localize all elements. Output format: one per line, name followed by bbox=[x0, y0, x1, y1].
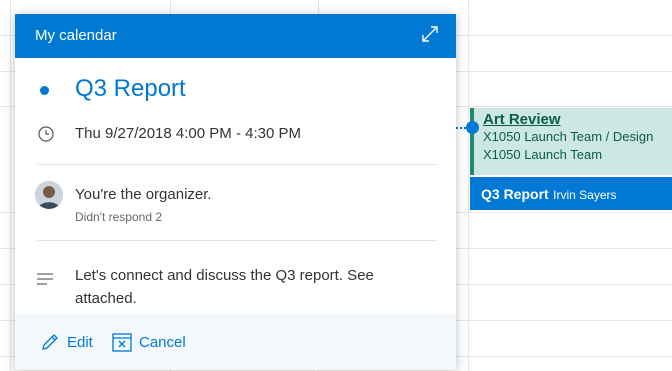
clock-icon bbox=[37, 125, 55, 143]
event-q3-report[interactable]: Q3 Report Irvin Sayers bbox=[470, 177, 672, 210]
divider bbox=[37, 164, 437, 165]
event-subject[interactable]: Q3 Report bbox=[75, 75, 186, 103]
description-lines-icon bbox=[37, 272, 53, 285]
bullet-dot-icon bbox=[40, 86, 49, 95]
event-peek-card: My calendar Q3 Report Thu 9/27/2018 4:00… bbox=[15, 14, 456, 370]
calendar-x-icon bbox=[112, 333, 132, 352]
event-datetime: Thu 9/27/2018 4:00 PM - 4:30 PM bbox=[75, 125, 301, 142]
avatar[interactable] bbox=[35, 181, 63, 209]
edit-button[interactable]: Edit bbox=[39, 331, 93, 353]
cancel-label: Cancel bbox=[139, 333, 186, 351]
pencil-icon bbox=[42, 334, 58, 350]
grid-column bbox=[10, 0, 11, 371]
event-title: Art Review bbox=[483, 111, 561, 128]
event-organizer: X1050 Launch Team bbox=[483, 147, 603, 162]
event-description: Let's connect and discuss the Q3 report.… bbox=[75, 267, 374, 307]
event-art-review[interactable]: Art Review X1050 Launch Team / Design X1… bbox=[470, 108, 672, 175]
time-row: Thu 9/27/2018 4:00 PM - 4:30 PM bbox=[15, 122, 456, 148]
divider bbox=[37, 240, 437, 241]
expand-icon[interactable] bbox=[420, 24, 440, 44]
grid-column bbox=[468, 0, 469, 371]
event-location: X1050 Launch Team / Design bbox=[483, 129, 654, 144]
event-title: Q3 Report bbox=[481, 186, 549, 202]
response-count[interactable]: Didn't respond 2 bbox=[75, 210, 162, 224]
card-header: My calendar bbox=[15, 14, 456, 58]
subject-row: Q3 Report bbox=[15, 72, 456, 112]
organizer-status: You're the organizer. bbox=[75, 186, 212, 203]
edit-label: Edit bbox=[67, 333, 93, 351]
action-bar: Edit Cancel bbox=[15, 314, 456, 370]
connector-line bbox=[456, 127, 466, 129]
calendar-name: My calendar bbox=[35, 27, 117, 44]
event-organizer: Irvin Sayers bbox=[553, 188, 617, 202]
cancel-button[interactable]: Cancel bbox=[111, 331, 186, 353]
popup-anchor-dot bbox=[466, 121, 479, 134]
